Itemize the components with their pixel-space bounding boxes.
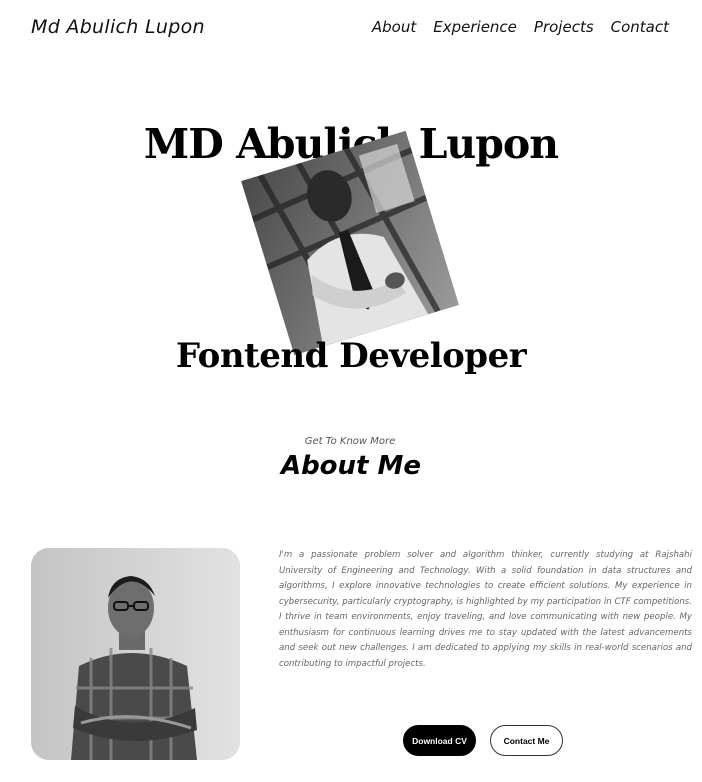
about-profile-photo bbox=[31, 548, 240, 760]
about-title: About Me bbox=[280, 451, 422, 481]
download-cv-button[interactable]: Download CV bbox=[403, 725, 476, 756]
hero-role: Fontend Developer bbox=[175, 336, 527, 376]
about-heading: Get To Know More About Me bbox=[0, 436, 702, 481]
about-description: I'm a passionate problem solver and algo… bbox=[279, 550, 692, 669]
top-navbar: Md Abulich Lupon About Experience Projec… bbox=[0, 0, 702, 58]
about-subtitle: Get To Know More bbox=[304, 436, 396, 447]
nav-links: About Experience Projects Contact bbox=[372, 18, 669, 36]
hero-section: MD Abulich Lupon Fontend Developer bbox=[0, 58, 702, 398]
site-logo[interactable]: Md Abulich Lupon bbox=[31, 16, 205, 38]
nav-link-about[interactable]: About bbox=[372, 18, 416, 36]
contact-me-button[interactable]: Contact Me bbox=[490, 725, 563, 756]
nav-link-projects[interactable]: Projects bbox=[534, 18, 594, 36]
nav-link-contact[interactable]: Contact bbox=[611, 18, 669, 36]
nav-link-experience[interactable]: Experience bbox=[433, 18, 517, 36]
